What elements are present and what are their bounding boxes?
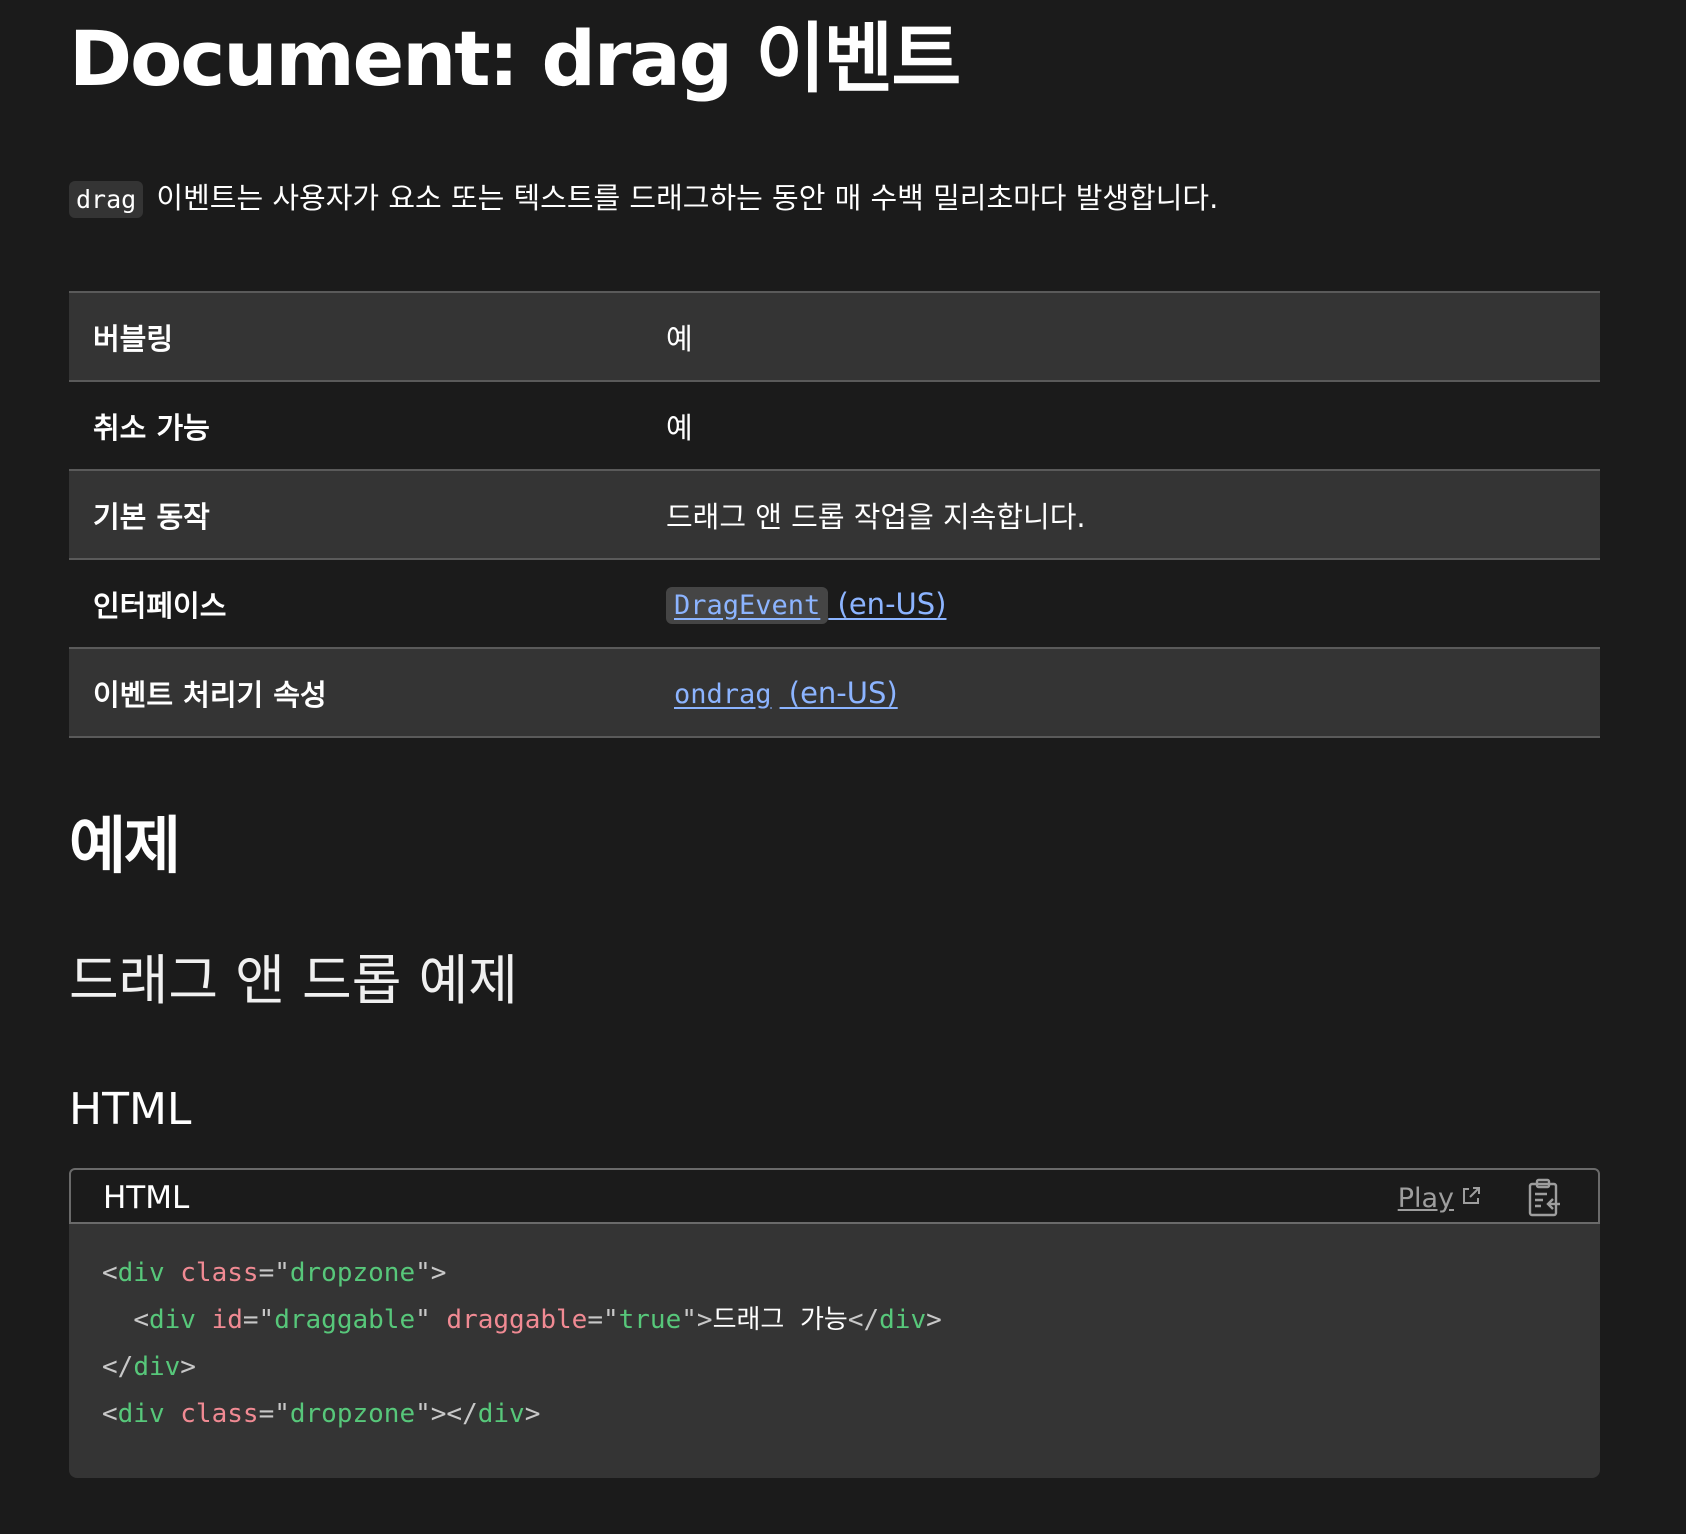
code-token-punc: </ <box>847 1305 880 1335</box>
code-token-text: 드래그 가능 <box>712 1305 848 1335</box>
intro-paragraph: drag 이벤트는 사용자가 요소 또는 텍스트를 드래그하는 동안 매 수백 … <box>69 176 1218 222</box>
code-token-punc: > <box>524 1399 541 1429</box>
code-token-punc: =" <box>242 1305 275 1335</box>
dragevent-link-code: DragEvent <box>666 586 829 624</box>
code-token-attr: draggable <box>446 1305 588 1335</box>
code-line: <div class="dropzone"> <box>102 1250 1600 1297</box>
code-line: </div> <box>102 1344 1600 1391</box>
row-label-interface: 인터페이스 <box>93 588 227 623</box>
code-line: <div id="draggable" draggable="true">드래그… <box>102 1297 1600 1344</box>
clipboard-copy-icon <box>1528 1178 1560 1217</box>
ondrag-link-code: ondrag <box>674 678 772 710</box>
table-row: 이벤트 처리기 속성 ondrag (en-US) <box>69 648 1600 737</box>
row-value-default-action: 드래그 앤 드롭 작업을 지속합니다. <box>666 499 1086 534</box>
dragevent-link-locale: (en-US) <box>828 586 947 621</box>
code-token-tag: div <box>148 1305 196 1335</box>
code-token-str: draggable <box>274 1305 416 1335</box>
code-token-punc: =" <box>587 1305 619 1335</box>
table-row: 버블링 예 <box>69 292 1600 381</box>
code-token-punc: "></ <box>415 1399 478 1429</box>
row-label-default-action: 기본 동작 <box>93 499 210 534</box>
html-heading: HTML <box>69 1084 192 1135</box>
ondrag-link[interactable]: ondrag (en-US) <box>666 676 898 710</box>
code-token-attr: class <box>180 1399 259 1429</box>
code-line: <div class="dropzone"></div> <box>102 1391 1600 1438</box>
code-header: HTML Play <box>69 1168 1600 1224</box>
code-token-tag: div <box>117 1258 165 1288</box>
code-language-label: HTML <box>103 1180 190 1216</box>
code-token-punc: </ <box>102 1352 134 1382</box>
code-token-tag: div <box>477 1399 525 1429</box>
play-label: Play <box>1397 1183 1454 1214</box>
code-token-punc: < <box>133 1305 149 1335</box>
code-token-tag: div <box>133 1352 181 1382</box>
code-token-punc: " <box>415 1305 431 1335</box>
row-label-event-handler: 이벤트 처리기 속성 <box>93 677 327 712</box>
table-row: 취소 가능 예 <box>69 381 1600 470</box>
subsection-heading-dnd-example: 드래그 앤 드롭 예제 <box>69 949 518 1012</box>
code-token-punc: "> <box>681 1305 713 1335</box>
code-token-punc: "> <box>415 1258 447 1288</box>
code-token-str: dropzone <box>289 1258 416 1288</box>
code-token-str: dropzone <box>289 1399 416 1429</box>
intro-text: 이벤트는 사용자가 요소 또는 텍스트를 드래그하는 동안 매 수백 밀리초마다… <box>147 181 1219 215</box>
code-token-punc: =" <box>258 1399 290 1429</box>
code-token-punc: < <box>102 1399 118 1429</box>
code-body: <div class="dropzone"> <div id="draggabl… <box>69 1224 1600 1478</box>
code-token-tag: div <box>117 1399 165 1429</box>
row-value-bubbles: 예 <box>666 321 693 356</box>
page-title: Document: drag 이벤트 <box>69 14 961 103</box>
table-row: 인터페이스 DragEvent (en-US) <box>69 559 1600 648</box>
ondrag-link-locale: (en-US) <box>779 675 898 710</box>
section-heading-examples: 예제 <box>69 809 181 882</box>
code-token-str: true <box>618 1305 682 1335</box>
code-token-tag: div <box>879 1305 927 1335</box>
copy-to-clipboard-button[interactable] <box>1526 1178 1564 1218</box>
row-value-event-handler: ondrag (en-US) <box>642 648 1600 737</box>
external-link-icon <box>1460 1182 1482 1216</box>
code-token-attr: class <box>180 1258 259 1288</box>
code-token-attr: id <box>211 1305 243 1335</box>
code-example-html: HTML Play <div class="dropzone"> <div id… <box>69 1168 1600 1480</box>
row-label-bubbles: 버블링 <box>93 321 174 356</box>
dragevent-link[interactable]: DragEvent (en-US) <box>666 586 947 624</box>
inline-code-drag: drag <box>69 181 144 218</box>
code-token-punc: < <box>102 1258 118 1288</box>
code-token-punc: > <box>180 1352 196 1382</box>
row-value-interface: DragEvent (en-US) <box>642 559 1600 648</box>
table-row: 기본 동작 드래그 앤 드롭 작업을 지속합니다. <box>69 470 1600 559</box>
play-button[interactable]: Play <box>1398 1182 1482 1216</box>
code-token-punc: > <box>926 1305 942 1335</box>
code-token-punc: =" <box>258 1258 290 1288</box>
row-label-cancelable: 취소 가능 <box>93 410 210 445</box>
row-value-cancelable: 예 <box>666 410 693 445</box>
event-properties-table: 버블링 예 취소 가능 예 기본 동작 드래그 앤 드롭 작업을 지속합니다. … <box>69 291 1600 738</box>
